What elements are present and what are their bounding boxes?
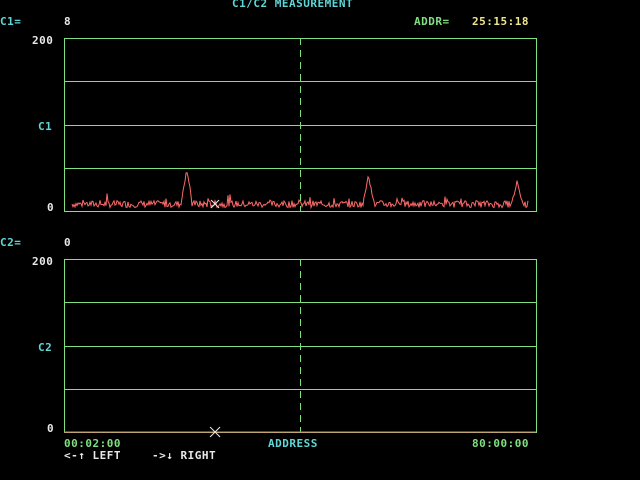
measurement-plot [64,38,537,438]
c1-series-line [71,172,529,210]
c2-plot-area[interactable] [64,259,537,438]
c1-plot-area[interactable] [64,38,537,212]
